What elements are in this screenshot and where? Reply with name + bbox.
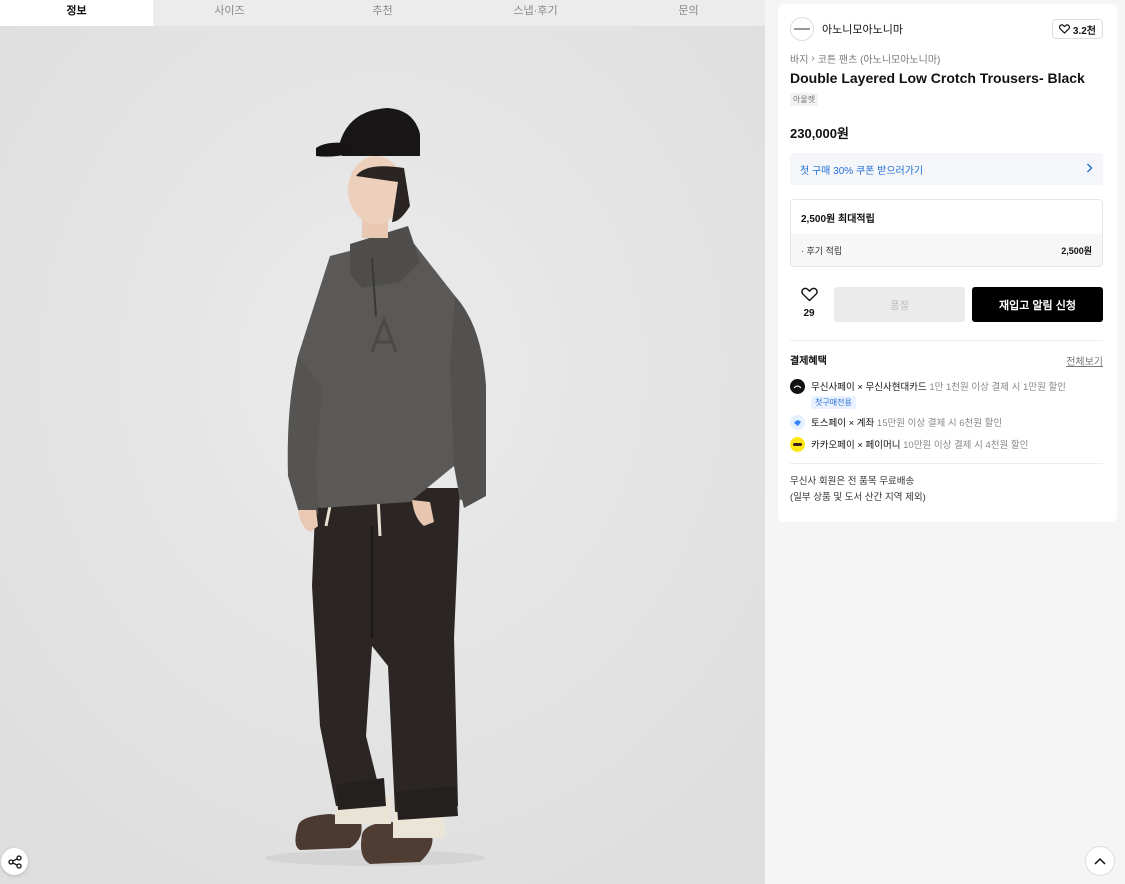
- product-tabs: 정보 사이즈 추천 스냅·후기 문의: [0, 0, 765, 26]
- model-illustration: [0, 26, 765, 884]
- tab-recommend[interactable]: 추천: [306, 0, 459, 26]
- product-gallery: 정보 사이즈 추천 스냅·후기 문의: [0, 0, 765, 884]
- heart-icon: [1058, 24, 1070, 34]
- benefit-desc: 15만원 이상 결제 시 6천원 할인: [876, 418, 1003, 429]
- share-icon: [7, 854, 22, 869]
- view-all-benefits-link[interactable]: 전체보기: [1066, 353, 1103, 368]
- heart-icon: [800, 287, 818, 302]
- benefit-name: 카카오페이 × 페이머니: [811, 440, 901, 451]
- tab-info[interactable]: 정보: [0, 0, 153, 26]
- benefit-item: 토스페이 × 계좌 15만원 이상 결제 시 6천원 할인: [790, 415, 1002, 430]
- points-box: 2,500원 최대적립 · 후기 적립 2,500원: [790, 199, 1103, 267]
- coupon-text: 첫 구매 30% 쿠폰 받으러가기: [800, 165, 924, 177]
- tab-snap-review[interactable]: 스냅·후기: [459, 0, 612, 26]
- benefit-item: 카카오페이 × 페이머니 10만원 이상 결제 시 4천원 할인: [790, 437, 1028, 452]
- max-points: 2,500원 최대적립: [801, 213, 875, 225]
- tab-size[interactable]: 사이즈: [153, 0, 306, 26]
- soldout-button: 품절: [834, 287, 965, 322]
- brand-row: 아노니모아노니마 3.2천: [790, 16, 1103, 42]
- breadcrumb: 바지 › 코튼 팬츠 (아노니모아노니마): [790, 51, 940, 66]
- breadcrumb-subcategory[interactable]: 코튼 팬츠 (아노니모아노니마): [818, 51, 941, 66]
- wishlist-button[interactable]: [798, 287, 820, 307]
- tab-inquiry[interactable]: 문의: [612, 0, 765, 26]
- musinsa-pay-icon: [790, 379, 805, 394]
- first-purchase-badge: 첫구매전용: [811, 396, 856, 409]
- toss-pay-icon: [790, 415, 805, 430]
- product-title: Double Layered Low Crotch Trousers- Blac…: [790, 70, 1085, 86]
- brand-like-count: 3.2천: [1072, 25, 1096, 37]
- chevron-up-icon: [1094, 857, 1106, 865]
- kakao-pay-icon: [790, 437, 805, 452]
- share-button[interactable]: [1, 848, 28, 875]
- restock-alert-button[interactable]: 재입고 알림 신청: [972, 287, 1103, 322]
- benefit-item: 무신사페이 × 무신사현대카드 1만 1천원 이상 결제 시 1만원 할인 첫구…: [790, 379, 1066, 409]
- review-points-value: 2,500원: [1061, 245, 1092, 256]
- brand-logo-icon: [794, 28, 810, 30]
- brand-name[interactable]: 아노니모아노니마: [822, 21, 903, 37]
- product-photo: [0, 26, 765, 884]
- review-points-label: · 후기 적립: [801, 245, 843, 256]
- shipping-line-1: 무신사 회원은 전 품목 무료배송: [790, 476, 915, 487]
- coupon-banner[interactable]: 첫 구매 30% 쿠폰 받으러가기: [790, 153, 1103, 185]
- chevron-right-icon: ›: [811, 53, 815, 64]
- benefit-name: 무신사페이 × 무신사현대카드: [811, 382, 927, 393]
- brand-like-button[interactable]: 3.2천: [1051, 19, 1103, 39]
- shipping-info: 무신사 회원은 전 품목 무료배송 (일부 상품 및 도서 산간 지역 제외): [790, 474, 926, 506]
- product-info-panel: 아노니모아노니마 3.2천 바지 › 코튼 팬츠 (아노니모아노니마) Doub…: [778, 4, 1117, 522]
- outlet-tag: 아울렛: [790, 93, 819, 106]
- purchase-actions: 29 품절 재입고 알림 신청: [790, 287, 1103, 323]
- divider: [790, 463, 1103, 464]
- divider: [790, 340, 1103, 341]
- breadcrumb-category[interactable]: 바지: [790, 51, 808, 66]
- benefit-name: 토스페이 × 계좌: [811, 418, 875, 429]
- brand-logo[interactable]: [790, 17, 814, 41]
- shipping-line-2: (일부 상품 및 도서 산간 지역 제외): [790, 492, 926, 503]
- benefit-desc: 1만 1천원 이상 결제 시 1만원 할인: [929, 382, 1066, 393]
- review-points-row: · 후기 적립 2,500원: [791, 234, 1102, 266]
- payment-benefits-title: 결제혜택: [790, 356, 827, 367]
- benefit-desc: 10만원 이상 결제 시 4천원 할인: [903, 440, 1029, 451]
- wishlist-count: 29: [803, 308, 815, 319]
- chevron-right-icon: [1086, 163, 1093, 176]
- product-price: 230,000원: [790, 126, 849, 141]
- scroll-top-button[interactable]: [1085, 846, 1115, 876]
